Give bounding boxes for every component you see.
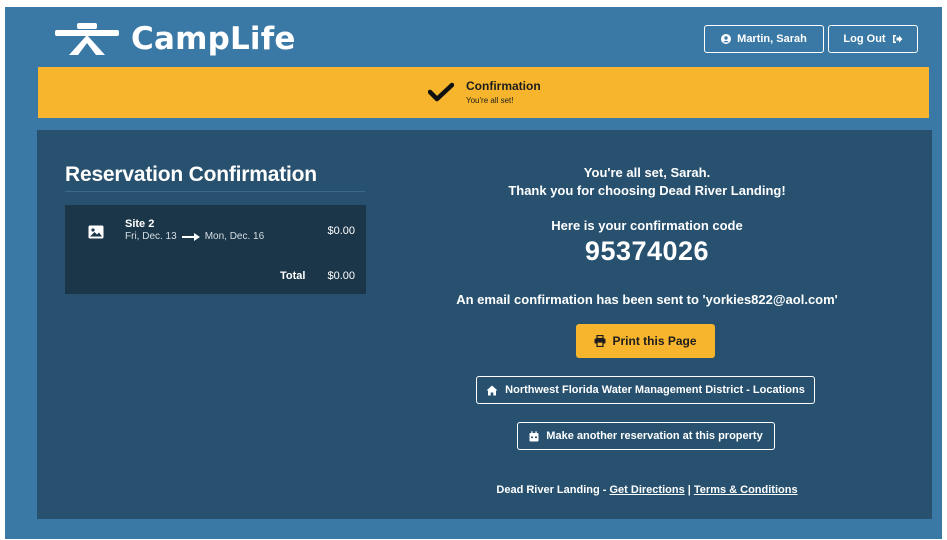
reservation-dates: Fri, Dec. 13 Mon, Dec. 16 — [125, 231, 264, 242]
site-price: $0.00 — [327, 225, 355, 237]
another-button-label: Make another reservation at this propert… — [546, 430, 763, 442]
reservation-heading: Reservation Confirmation — [65, 163, 317, 186]
footer: Dead River Landing - Get Directions | Te… — [447, 484, 847, 496]
district-button-label: Northwest Florida Water Management Distr… — [505, 384, 805, 396]
total-label: Total — [280, 270, 306, 282]
page-background: CampLife Martin, Sarah Log Out Confirmat… — [5, 7, 942, 539]
footer-property-name: Dead River Landing - — [496, 484, 607, 496]
get-directions-link[interactable]: Get Directions — [610, 484, 685, 496]
end-date: Mon, Dec. 16 — [204, 231, 265, 242]
banner-title: Confirmation — [466, 79, 541, 93]
print-page-button[interactable]: Print this Page — [576, 324, 715, 358]
logout-button-label: Log Out — [843, 33, 886, 45]
district-locations-button[interactable]: Northwest Florida Water Management Distr… — [476, 376, 815, 404]
footer-separator: | — [687, 484, 691, 496]
heading-divider — [65, 191, 365, 192]
logout-icon — [892, 35, 903, 43]
thank-you-text: Thank you for choosing Dead River Landin… — [508, 183, 786, 198]
main-panel: Reservation Confirmation Site 2 Fri, Dec… — [37, 130, 932, 519]
banner-subtitle: You're all set! — [466, 96, 514, 105]
logout-button[interactable]: Log Out — [828, 25, 918, 53]
site-name: Site 2 — [125, 218, 155, 230]
user-circle-icon — [721, 34, 732, 44]
print-icon — [594, 335, 606, 347]
calendar-icon — [529, 430, 539, 441]
home-icon — [486, 385, 498, 395]
another-reservation-button[interactable]: Make another reservation at this propert… — [517, 422, 775, 450]
total-value: $0.00 — [327, 270, 355, 282]
image-icon — [88, 225, 104, 239]
app-name: CampLife — [131, 20, 296, 57]
confirmation-code: 95374026 — [584, 236, 710, 266]
confirmation-banner: Confirmation You're all set! — [38, 67, 929, 118]
arrow-right-icon — [181, 232, 200, 241]
camplife-logo[interactable]: CampLife — [51, 21, 296, 57]
reservation-card: Site 2 Fri, Dec. 13 Mon, Dec. 16 $0.00 T… — [65, 205, 366, 294]
user-button-label: Martin, Sarah — [737, 33, 807, 45]
greeting-text: You're all set, Sarah. — [583, 165, 711, 180]
checkmark-icon — [428, 82, 454, 102]
confirmation-code-label: Here is your confirmation code — [551, 218, 743, 233]
print-button-label: Print this Page — [612, 334, 697, 348]
email-confirmation-text: An email confirmation has been sent to '… — [456, 292, 838, 307]
user-account-button[interactable]: Martin, Sarah — [704, 25, 824, 53]
terms-conditions-link[interactable]: Terms & Conditions — [694, 484, 798, 496]
start-date: Fri, Dec. 13 — [125, 231, 177, 242]
camplife-logo-icon — [55, 23, 119, 55]
